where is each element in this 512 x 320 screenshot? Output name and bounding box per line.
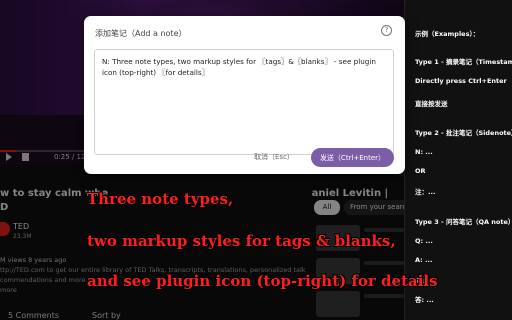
cancel-button[interactable]: 取消（Esc） <box>254 152 294 162</box>
type2-n: N: ... <box>415 148 433 156</box>
type3-q: Q: ... <box>415 237 433 245</box>
type3-a: A: ... <box>415 256 433 264</box>
send-button[interactable]: 发送（Ctrl+Enter） <box>311 148 394 167</box>
help-icon[interactable]: ? <box>381 25 392 36</box>
type3-a-cn: 答: ... <box>415 296 434 304</box>
caption-line-3: and see plugin icon (top-right) for deta… <box>87 272 438 290</box>
type1-heading: Type 1 - 摘录笔记（Timestamp） <box>415 58 512 66</box>
type2-note: 注：... <box>415 188 436 196</box>
type2-or: OR <box>415 167 426 175</box>
type3-heading: Type 3 - 问答笔记（QA note）： <box>415 218 512 226</box>
type1-instruction-cn: 直接按发送 <box>415 100 448 108</box>
add-note-dialog: 添加笔记（Add a note） ? N: Three note types, … <box>84 16 405 174</box>
caption-line-2: two markup styles for tags & blanks, <box>87 232 396 250</box>
note-textarea[interactable]: N: Three note types, two markup styles f… <box>94 49 394 155</box>
type2-heading: Type 2 - 批注笔记（Sidenote） <box>415 129 512 137</box>
dialog-title: 添加笔记（Add a note） <box>95 29 187 38</box>
type1-instruction: Directly press Ctrl+Enter <box>415 77 507 85</box>
caption-line-1: Three note types, <box>87 190 234 208</box>
examples-heading: 示例（Examples）： <box>415 30 480 38</box>
